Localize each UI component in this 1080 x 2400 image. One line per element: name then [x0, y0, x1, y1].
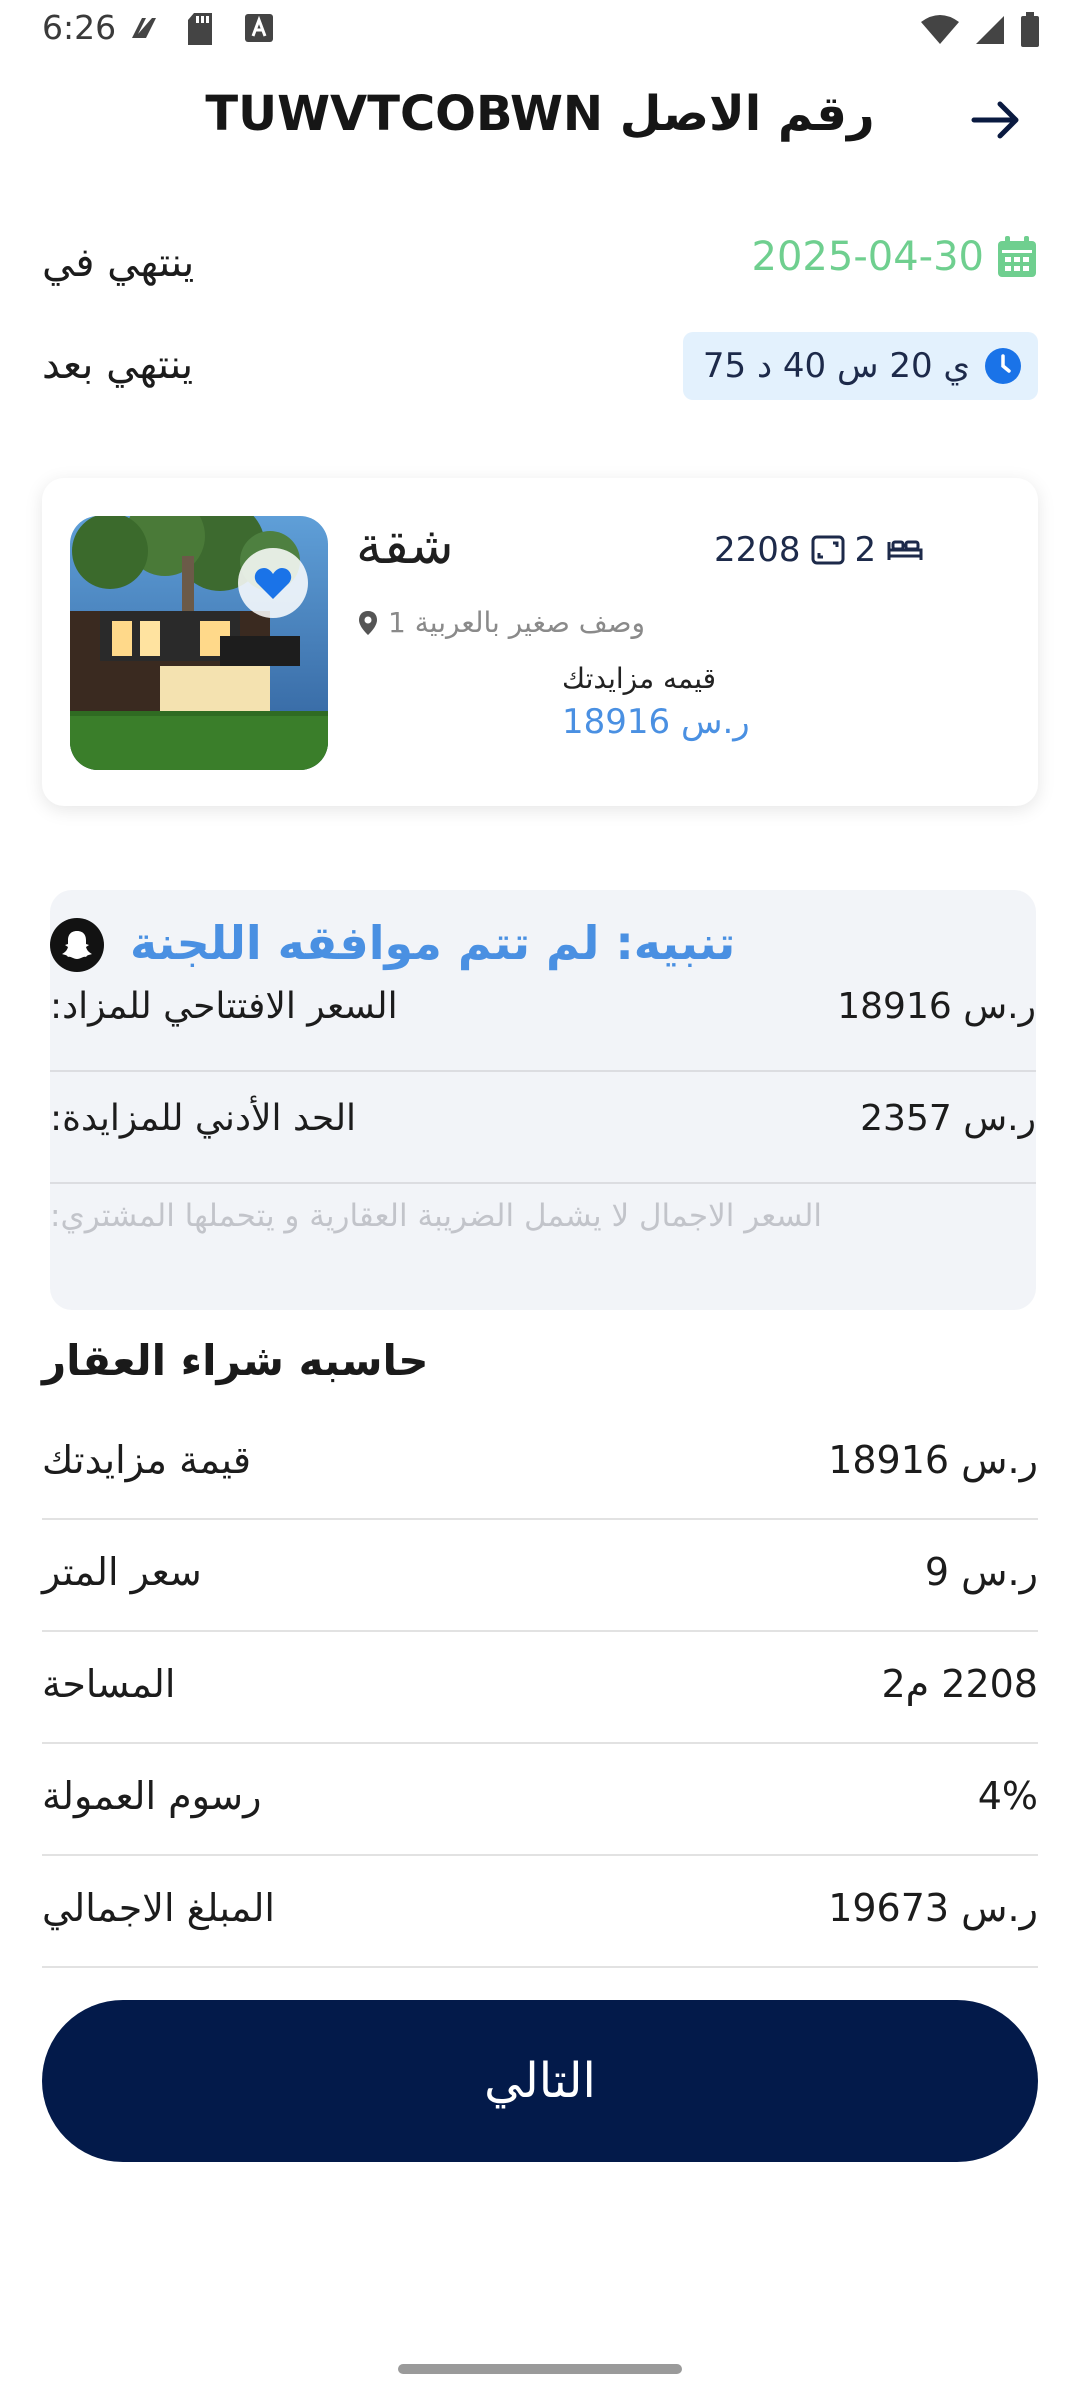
- calendar-icon: [998, 236, 1036, 277]
- wifi-icon: [921, 15, 959, 44]
- ends-after-label: ينتهي بعد: [42, 342, 194, 388]
- end-date: 2025-04-30: [752, 234, 1038, 280]
- countdown-badge: ي 20 س 40 د 75: [682, 332, 1038, 400]
- calc-row-commission: رسوم العمولة 4%: [42, 1744, 1038, 1856]
- bid-value: ر.س 18916: [562, 702, 750, 742]
- ends-on-label: ينتهي في: [42, 240, 195, 286]
- property-location: وصف صغير بالعربية 1: [358, 606, 645, 639]
- committee-alert: تنبيه: لم تتم موافقه اللجنة السعر الافتت…: [50, 890, 1036, 1310]
- ends-after-row: ينتهي بعد ي 20 س 40 د 75: [42, 332, 1038, 402]
- ends-on-row: ينتهي في 2025-04-30: [42, 230, 1038, 300]
- calc-bid-label: قيمة مزايدتك: [42, 1438, 252, 1482]
- calc-area-value: 2208 م2: [881, 1662, 1038, 1706]
- calc-row-bid: قيمة مزايدتك ر.س 18916: [42, 1408, 1038, 1520]
- opening-price-row: السعر الافتتاحي للمزاد: ر.س 18916: [50, 960, 1036, 1072]
- status-time: 6:26: [42, 8, 117, 47]
- min-bid-label: الحد الأدني للمزايدة:: [50, 1098, 357, 1139]
- calc-commission-value: 4%: [977, 1774, 1038, 1818]
- tax-note: السعر الاجمال لا يشمل الضريبة العقارية و…: [50, 1198, 823, 1234]
- calc-bid-value: ر.س 18916: [828, 1438, 1038, 1482]
- page-title: رقم الاصل TUWVTCOBWN: [205, 86, 875, 142]
- bed-icon: [887, 540, 923, 560]
- opening-price-label: السعر الافتتاحي للمزاد:: [50, 986, 398, 1027]
- calc-commission-label: رسوم العمولة: [42, 1774, 262, 1818]
- home-indicator[interactable]: [398, 2364, 682, 2374]
- favorite-button[interactable]: [238, 548, 308, 618]
- calc-area-label: المساحة: [42, 1662, 176, 1706]
- next-button[interactable]: التالي: [42, 2000, 1038, 2162]
- area-value: 2208: [714, 530, 801, 570]
- calculator-title: حاسبه شراء العقار: [42, 1336, 429, 1385]
- calc-row-meter-price: سعر المتر ر.س 9: [42, 1520, 1038, 1632]
- area-icon: [811, 535, 845, 565]
- min-bid-row: الحد الأدني للمزايدة: ر.س 2357: [50, 1072, 1036, 1184]
- property-card[interactable]: شقة 2208 2 وصف صغير بالعربية 1 قيمه مزاي…: [42, 478, 1038, 806]
- sd-card-icon: [188, 13, 212, 45]
- clock-icon: [985, 348, 1021, 384]
- status-bar: 6:26: [0, 0, 1080, 60]
- nfc-icon: [132, 18, 156, 38]
- bid-label: قيمه مزايدتك: [562, 662, 717, 695]
- calc-row-total: المبلغ الاجمالي ر.س 19673: [42, 1856, 1038, 1968]
- min-bid-value: ر.س 2357: [860, 1098, 1036, 1139]
- arrow-right-icon[interactable]: [970, 100, 1024, 140]
- opening-price-value: ر.س 18916: [837, 986, 1036, 1027]
- calc-meter-price-value: ر.س 9: [924, 1550, 1038, 1594]
- font-icon: [245, 14, 273, 42]
- property-specs: 2208 2: [714, 530, 924, 570]
- battery-icon: [1021, 12, 1039, 47]
- calc-total-label: المبلغ الاجمالي: [42, 1886, 275, 1930]
- calc-row-area: المساحة 2208 م2: [42, 1632, 1038, 1744]
- location-text: وصف صغير بالعربية 1: [388, 606, 646, 639]
- signal-icon: [976, 16, 1004, 44]
- end-date-value: 2025-04-30: [751, 234, 984, 280]
- calc-meter-price-label: سعر المتر: [42, 1550, 202, 1594]
- calc-total-value: ر.س 19673: [828, 1886, 1038, 1930]
- location-pin-icon: [359, 610, 377, 635]
- property-type: شقة: [356, 516, 454, 576]
- app-header: رقم الاصل TUWVTCOBWN: [0, 80, 1080, 160]
- heart-icon: [254, 568, 292, 599]
- countdown-text: ي 20 س 40 د 75: [702, 346, 970, 386]
- beds-value: 2: [854, 530, 877, 570]
